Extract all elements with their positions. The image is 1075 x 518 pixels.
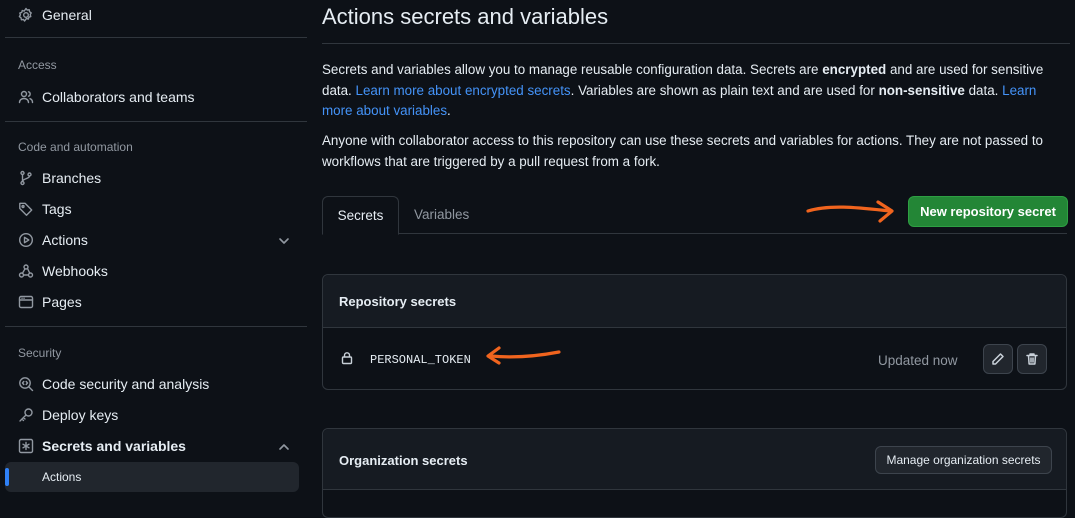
access-note-paragraph: Anyone with collaborator access to this … [322,133,1044,169]
sidebar-subitem-label: Actions [42,470,82,484]
sidebar-item-code-security[interactable]: Code security and analysis [18,372,209,396]
sidebar-item-label: General [42,7,92,23]
branch-icon [20,170,32,186]
section-label-security: Security [18,346,62,360]
chevron-down-icon[interactable] [277,234,291,248]
codescan-icon [19,377,34,392]
description-paragraph: Secrets and variables allow you to manag… [322,60,1067,122]
sidebar-item-label: Branches [42,170,102,186]
sidebar-item-label: Secrets and variables [42,438,186,454]
chevron-up-icon[interactable] [277,440,291,454]
sidebar-item-label: Actions [42,232,88,248]
sidebar-item-label: Collaborators and teams [42,89,195,105]
gear-icon [18,7,32,22]
section-label-access: Access [18,58,57,72]
edit-secret-button[interactable] [983,344,1013,374]
lock-icon [341,352,353,365]
webhook-icon [18,264,34,278]
page-title: Actions secrets and variables [322,4,609,29]
tabs-underline [322,233,1067,234]
divider [5,121,307,122]
people-icon [18,90,34,104]
sidebar-item-pages[interactable]: Pages [18,290,82,314]
panel-header: Organization secrets Manage organization… [323,429,1066,490]
sidebar-item-actions[interactable]: Actions [18,228,88,252]
pencil-icon [992,353,1004,365]
repository-secrets-panel: Repository secrets PERSONAL_TOKEN Update… [322,274,1067,390]
manage-organization-secrets-button[interactable]: Manage organization secrets [875,446,1052,474]
tab-secrets[interactable]: Secrets [322,196,399,235]
sidebar-item-label: Pages [42,294,82,310]
asterisk-box-icon [18,438,34,454]
desc-bold: encrypted [822,62,887,77]
sidebar-item-branches[interactable]: Branches [18,166,101,190]
panel-title: Organization secrets [339,453,468,468]
divider [322,43,1070,44]
learn-more-secrets-link[interactable]: Learn more about encrypted secrets [356,83,571,98]
secret-name: PERSONAL_TOKEN [370,353,471,367]
divider [5,326,307,327]
new-repository-secret-button[interactable]: New repository secret [908,196,1068,227]
tag-icon [19,202,33,216]
desc-text: Secrets and variables allow you to manag… [322,62,823,77]
sidebar-item-tags[interactable]: Tags [18,197,72,221]
sidebar-item-deploy-keys[interactable]: Deploy keys [18,403,118,427]
sidebar-item-collaborators[interactable]: Collaborators and teams [18,85,195,109]
play-icon [18,232,34,248]
sidebar-item-label: Deploy keys [42,407,119,423]
desc-text: data. [964,82,1003,98]
active-indicator [5,468,9,486]
sidebar-subitem-actions[interactable]: Actions [5,462,299,492]
panel-header: Repository secrets [323,275,1066,328]
desc-text: . [447,103,451,118]
sidebar-item-label: Code security and analysis [42,376,210,392]
main-content: Actions secrets and variables Secrets an… [322,0,1075,518]
updated-timestamp: Updated now [878,353,958,368]
browser-icon [18,295,34,309]
sidebar-item-secrets-variables[interactable]: Secrets and variables [18,434,186,458]
sidebar-item-general[interactable]: General [18,3,92,27]
section-label-code-automation: Code and automation [18,140,133,154]
sidebar-item-label: Tags [42,201,72,217]
settings-sidebar: General Access Collaborators and teams C… [0,0,310,506]
trash-icon [1026,353,1038,365]
divider [5,37,307,38]
panel-title: Repository secrets [339,294,457,309]
desc-bold: non-sensitive [878,82,965,98]
key-icon [19,408,33,422]
desc-text: . Variables are shown as plain text and … [570,82,879,98]
organization-secrets-panel: Organization secrets Manage organization… [322,428,1067,518]
sidebar-item-label: Webhooks [42,263,108,279]
delete-secret-button[interactable] [1017,344,1047,374]
sidebar-item-webhooks[interactable]: Webhooks [18,259,108,283]
tab-variables[interactable]: Variables [414,207,469,222]
